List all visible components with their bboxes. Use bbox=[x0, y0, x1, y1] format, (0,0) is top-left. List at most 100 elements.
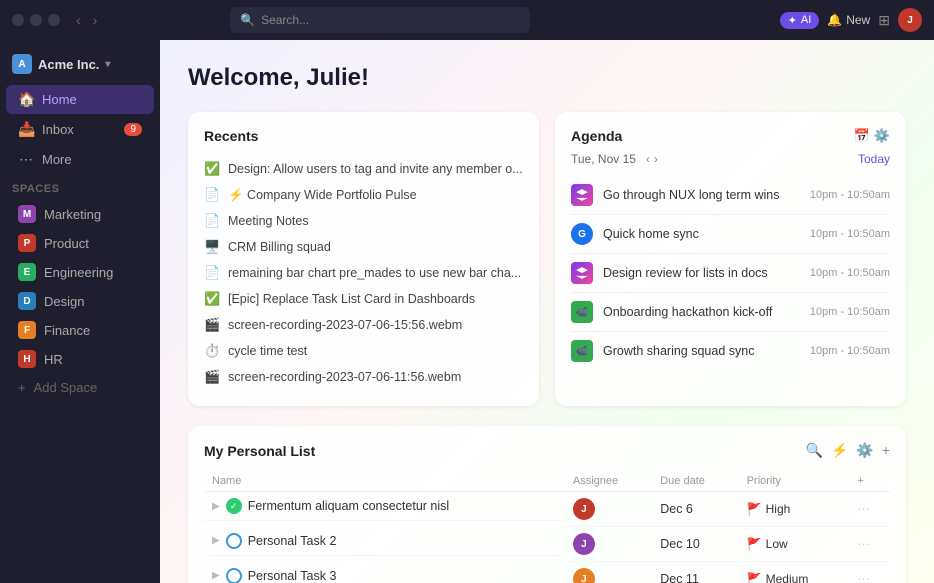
settings-button[interactable]: ⚙️ bbox=[856, 442, 873, 459]
col-priority: Priority bbox=[739, 471, 850, 492]
minimize-button[interactable] bbox=[30, 14, 42, 26]
add-column-button[interactable]: + bbox=[882, 442, 890, 459]
space-label: Design bbox=[44, 294, 84, 309]
filter-button[interactable]: ⚡ bbox=[831, 442, 848, 459]
space-icon-design: D bbox=[18, 292, 36, 310]
add-space-button[interactable]: + Add Space bbox=[6, 375, 154, 400]
spaces-list: M Marketing P Product E Engineering D De… bbox=[0, 199, 160, 374]
table-row[interactable]: ▶ ✓ Fermentum aliquam consectetur nisl J… bbox=[204, 492, 890, 527]
recent-item[interactable]: 🎬 screen-recording-2023-07-06-11:56.webm bbox=[204, 364, 523, 390]
due-date: Dec 11 bbox=[652, 562, 738, 583]
expand-arrow[interactable]: ▶ bbox=[212, 535, 220, 546]
back-button[interactable]: ‹ bbox=[72, 10, 85, 30]
calendar-icon[interactable]: 📅 bbox=[854, 128, 870, 144]
agenda-header: Agenda 📅 ⚙️ bbox=[571, 128, 890, 144]
more-menu-button[interactable]: ··· bbox=[857, 572, 870, 583]
ai-badge[interactable]: ✦ AI bbox=[780, 12, 820, 29]
space-item-marketing[interactable]: M Marketing bbox=[6, 200, 154, 228]
space-label: HR bbox=[44, 352, 63, 367]
recent-item[interactable]: 🎬 screen-recording-2023-07-06-15:56.webm bbox=[204, 312, 523, 338]
space-icon-marketing: M bbox=[18, 205, 36, 223]
new-button[interactable]: 🔔 New bbox=[827, 13, 870, 27]
priority-badge: 🚩 High bbox=[747, 502, 842, 516]
due-date: Dec 6 bbox=[652, 492, 738, 527]
close-button[interactable] bbox=[12, 14, 24, 26]
nav-arrows: ‹ › bbox=[72, 10, 101, 30]
agenda-event[interactable]: Design review for lists in docs 10pm - 1… bbox=[571, 254, 890, 293]
next-day-button[interactable]: › bbox=[654, 152, 658, 166]
agenda-event[interactable]: Go through NUX long term wins 10pm - 10:… bbox=[571, 176, 890, 215]
event-name: Design review for lists in docs bbox=[603, 266, 800, 280]
event-name: Growth sharing squad sync bbox=[603, 344, 800, 358]
task-name: Fermentum aliquam consectetur nisl bbox=[248, 499, 449, 513]
due-date: Dec 10 bbox=[652, 527, 738, 562]
recent-text: [Epic] Replace Task List Card in Dashboa… bbox=[228, 292, 475, 306]
assignee-avatar: J bbox=[573, 568, 595, 583]
forward-button[interactable]: › bbox=[89, 10, 102, 30]
recent-item[interactable]: ✅ Design: Allow users to tag and invite … bbox=[204, 156, 523, 182]
space-icon-finance: F bbox=[18, 321, 36, 339]
agenda-date: Tue, Nov 15 bbox=[571, 152, 636, 166]
table-row[interactable]: ▶ Personal Task 3 J Dec 11 🚩 Medium bbox=[204, 562, 890, 583]
table-row[interactable]: ▶ Personal Task 2 J Dec 10 🚩 Low bbox=[204, 527, 890, 562]
maximize-button[interactable] bbox=[48, 14, 60, 26]
sidebar-item-label: More bbox=[42, 152, 72, 167]
assignee-avatar: J bbox=[573, 533, 595, 555]
list-title: My Personal List bbox=[204, 443, 315, 459]
more-menu-button[interactable]: ··· bbox=[857, 502, 870, 516]
recent-item[interactable]: ✅ [Epic] Replace Task List Card in Dashb… bbox=[204, 286, 523, 312]
priority-flag: 🚩 bbox=[747, 502, 762, 516]
today-button[interactable]: Today bbox=[858, 152, 890, 166]
space-item-product[interactable]: P Product bbox=[6, 229, 154, 257]
agenda-event[interactable]: G Quick home sync 10pm - 10:50am bbox=[571, 215, 890, 254]
grid-icon[interactable]: ⊞ bbox=[878, 12, 890, 29]
sidebar-item-label: Home bbox=[42, 92, 77, 107]
app-icon-meet2: 📹 bbox=[571, 340, 593, 362]
sidebar-item-inbox[interactable]: 📥 Inbox 9 bbox=[6, 115, 154, 144]
recent-icon: ✅ bbox=[204, 291, 220, 307]
prev-day-button[interactable]: ‹ bbox=[646, 152, 650, 166]
priority-flag: 🚩 bbox=[747, 537, 762, 551]
expand-arrow[interactable]: ▶ bbox=[212, 501, 220, 512]
space-label: Marketing bbox=[44, 207, 101, 222]
sidebar: A Acme Inc. ▾ 🏠 Home 📥 Inbox 9 ⋯ More Sp… bbox=[0, 40, 160, 583]
recent-item[interactable]: 📄 ⚡ Company Wide Portfolio Pulse bbox=[204, 182, 523, 208]
chevron-down-icon: ▾ bbox=[105, 59, 110, 70]
space-item-finance[interactable]: F Finance bbox=[6, 316, 154, 344]
recent-item[interactable]: ⏱️ cycle time test bbox=[204, 338, 523, 364]
workspace-icon: A bbox=[12, 54, 32, 74]
space-label: Finance bbox=[44, 323, 90, 338]
more-icon: ⋯ bbox=[18, 151, 34, 168]
space-item-hr[interactable]: H HR bbox=[6, 345, 154, 373]
add-col-icon[interactable]: + bbox=[857, 475, 863, 487]
user-avatar[interactable]: J bbox=[898, 8, 922, 32]
app-icon-google: G bbox=[571, 223, 593, 245]
gear-icon[interactable]: ⚙️ bbox=[874, 128, 890, 144]
sidebar-item-home[interactable]: 🏠 Home bbox=[6, 85, 154, 114]
expand-arrow[interactable]: ▶ bbox=[212, 570, 220, 581]
recent-item[interactable]: 🖥️ CRM Billing squad bbox=[204, 234, 523, 260]
sidebar-item-more[interactable]: ⋯ More bbox=[6, 145, 154, 174]
task-name: Personal Task 3 bbox=[248, 569, 337, 583]
recent-item[interactable]: 📄 Meeting Notes bbox=[204, 208, 523, 234]
more-menu-button[interactable]: ··· bbox=[857, 537, 870, 551]
app-icon-meet: 📹 bbox=[571, 301, 593, 323]
space-item-engineering[interactable]: E Engineering bbox=[6, 258, 154, 286]
sidebar-item-label: Inbox bbox=[42, 122, 74, 137]
agenda-card: Agenda 📅 ⚙️ Tue, Nov 15 ‹ › Today bbox=[555, 112, 906, 406]
status-icon-done: ✓ bbox=[226, 498, 242, 514]
header-right: ✦ AI 🔔 New ⊞ J bbox=[780, 8, 922, 32]
recent-item[interactable]: 📄 remaining bar chart pre_mades to use n… bbox=[204, 260, 523, 286]
recents-card: Recents ✅ Design: Allow users to tag and… bbox=[188, 112, 539, 406]
agenda-event[interactable]: 📹 Growth sharing squad sync 10pm - 10:50… bbox=[571, 332, 890, 370]
search-bar[interactable]: 🔍 Search... bbox=[230, 7, 530, 33]
recent-text: screen-recording-2023-07-06-15:56.webm bbox=[228, 318, 462, 332]
recent-text: remaining bar chart pre_mades to use new… bbox=[228, 266, 521, 280]
space-icon-product: P bbox=[18, 234, 36, 252]
agenda-event[interactable]: 📹 Onboarding hackathon kick-off 10pm - 1… bbox=[571, 293, 890, 332]
search-button[interactable]: 🔍 bbox=[806, 442, 823, 459]
workspace-name: Acme Inc. bbox=[38, 57, 99, 72]
workspace-header[interactable]: A Acme Inc. ▾ bbox=[0, 48, 160, 80]
recent-icon: 🎬 bbox=[204, 317, 220, 333]
space-item-design[interactable]: D Design bbox=[6, 287, 154, 315]
